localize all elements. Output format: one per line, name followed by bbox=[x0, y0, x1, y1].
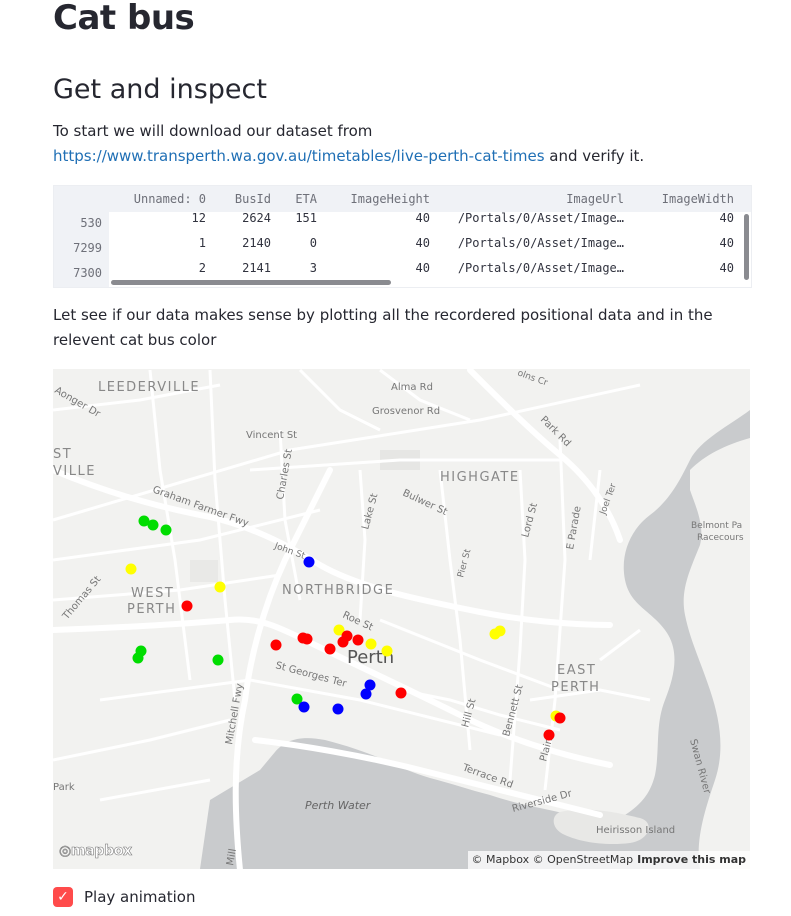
table-cell[interactable]: /Portals/0/Asset/Image… bbox=[458, 211, 624, 225]
column-header[interactable]: Unnamed: 0 bbox=[134, 192, 206, 206]
bus-point-yellow bbox=[365, 638, 377, 650]
play-animation-control[interactable]: ✓ Play animation bbox=[53, 886, 195, 908]
park-area bbox=[190, 560, 218, 582]
label-heirisson-island: Heirisson Island bbox=[596, 825, 675, 836]
label-e-parade: E Parade bbox=[565, 505, 583, 550]
page-title: Cat bus bbox=[53, 0, 195, 38]
label-pier-st: Pier St bbox=[456, 548, 473, 579]
table-cell[interactable]: 151 bbox=[295, 211, 317, 225]
bus-point-blue bbox=[360, 688, 372, 700]
mapbox-logo-text: mapbox bbox=[70, 843, 133, 860]
label-park: Park bbox=[53, 782, 75, 793]
mapbox-logo[interactable]: ◎mapbox bbox=[59, 843, 133, 860]
attribution-text[interactable]: © Mapbox © OpenStreetMap bbox=[472, 853, 634, 866]
bus-point-blue bbox=[332, 703, 344, 715]
bus-point-red bbox=[181, 600, 193, 612]
table-cell[interactable]: 40 bbox=[720, 261, 734, 275]
bus-point-green bbox=[132, 652, 144, 664]
label-grosvenor-rd: Grosvenor Rd bbox=[372, 406, 440, 417]
column-header[interactable]: BusId bbox=[235, 192, 271, 206]
column-header[interactable]: ImageWidth bbox=[662, 192, 734, 206]
label-st: ST bbox=[53, 447, 72, 462]
table-cell[interactable]: 1 bbox=[199, 236, 206, 250]
table-cell[interactable]: /Portals/0/Asset/Image… bbox=[458, 261, 624, 275]
row-index: 7300 bbox=[73, 266, 102, 280]
mapbox-logo-icon: ◎ bbox=[59, 843, 72, 860]
label-ville: VILLE bbox=[53, 464, 96, 479]
label-lincoln-cr: olns Cr bbox=[516, 369, 549, 389]
table-cell[interactable]: /Portals/0/Asset/Image… bbox=[458, 236, 624, 250]
label-west-perth-2: PERTH bbox=[127, 602, 176, 617]
label-belmont: Belmont Pa bbox=[691, 521, 742, 531]
play-animation-checkbox[interactable]: ✓ bbox=[53, 887, 73, 907]
table-cell[interactable]: 40 bbox=[416, 236, 430, 250]
label-east-perth-1: EAST bbox=[557, 663, 596, 678]
row-index: 530 bbox=[80, 216, 102, 230]
bus-position-points bbox=[125, 515, 566, 741]
table-cell[interactable]: 40 bbox=[720, 211, 734, 225]
play-animation-label: Play animation bbox=[84, 888, 196, 906]
bus-point-green bbox=[160, 524, 172, 536]
bus-point-yellow bbox=[125, 563, 137, 575]
label-east-perth-2: PERTH bbox=[551, 680, 600, 695]
dataframe-table[interactable]: Unnamed: 0 BusId ETA ImageHeight ImageUrl Ima… bbox=[53, 185, 752, 288]
bus-point-yellow bbox=[381, 645, 393, 657]
table-cell[interactable]: 2624 bbox=[242, 211, 271, 225]
vertical-scrollbar[interactable] bbox=[744, 214, 749, 280]
bus-point-red bbox=[543, 729, 555, 741]
column-header[interactable]: ImageUrl bbox=[566, 192, 624, 206]
plot-description: Let see if our data makes sense by plott… bbox=[53, 306, 713, 349]
dataset-link[interactable]: https://www.transperth.wa.gov.au/timetab… bbox=[53, 147, 545, 165]
label-highgate: HIGHGATE bbox=[440, 470, 520, 485]
bus-point-red bbox=[554, 712, 566, 724]
improve-map-link[interactable]: Improve this map bbox=[637, 853, 746, 866]
table-cell[interactable]: 3 bbox=[310, 261, 317, 275]
map-canvas[interactable]: LEEDERVILLE Alma Rd Grosvenor Rd Vincent… bbox=[53, 369, 750, 869]
table-cell[interactable]: 2 bbox=[199, 261, 206, 275]
intro-paragraph: To start we will download our dataset fr… bbox=[53, 119, 750, 169]
bus-point-green bbox=[147, 519, 159, 531]
bus-point-red bbox=[352, 634, 364, 646]
label-perth-water: Perth Water bbox=[305, 799, 372, 812]
checkmark-icon: ✓ bbox=[57, 889, 69, 905]
map-attribution: © Mapbox © OpenStreetMap Improve this map bbox=[467, 851, 750, 869]
label-vincent-st: Vincent St bbox=[246, 430, 297, 441]
intro-text-after: and verify it. bbox=[544, 147, 645, 165]
label-west-perth-1: WEST bbox=[131, 586, 174, 601]
table-cell[interactable]: 40 bbox=[416, 211, 430, 225]
table-cell[interactable]: 12 bbox=[192, 211, 206, 225]
bus-point-red bbox=[395, 687, 407, 699]
intro-text-before: To start we will download our dataset fr… bbox=[53, 122, 373, 140]
bus-point-red bbox=[324, 643, 336, 655]
column-header[interactable]: ImageHeight bbox=[351, 192, 430, 206]
horizontal-scrollbar[interactable] bbox=[111, 280, 391, 285]
label-northbridge: NORTHBRIDGE bbox=[282, 583, 394, 598]
label-charles-st: Charles St bbox=[275, 448, 295, 500]
table-cell[interactable]: 2140 bbox=[242, 236, 271, 250]
bus-point-yellow bbox=[494, 625, 506, 637]
label-leederville: LEEDERVILLE bbox=[98, 380, 200, 395]
table-cell[interactable]: 40 bbox=[720, 236, 734, 250]
bus-point-red bbox=[341, 630, 353, 642]
column-header[interactable]: ETA bbox=[295, 192, 317, 206]
row-index: 7299 bbox=[73, 241, 102, 255]
bus-point-blue bbox=[303, 556, 315, 568]
table-cell[interactable]: 40 bbox=[416, 261, 430, 275]
label-onger-dr: Aonger Dr bbox=[53, 385, 103, 420]
bus-point-yellow bbox=[214, 581, 226, 593]
bus-point-green bbox=[212, 654, 224, 666]
bus-point-blue bbox=[298, 701, 310, 713]
bus-point-red bbox=[301, 633, 313, 645]
section-heading: Get and inspect bbox=[53, 74, 267, 105]
table-cell[interactable]: 0 bbox=[310, 236, 317, 250]
label-racecourse: Racecours bbox=[697, 533, 744, 543]
bus-point-red bbox=[270, 639, 282, 651]
map-view[interactable]: LEEDERVILLE Alma Rd Grosvenor Rd Vincent… bbox=[53, 369, 750, 869]
label-roe-st: Roe St bbox=[341, 610, 375, 634]
label-bennett-st: Bennett St bbox=[501, 684, 525, 738]
label-alma-rd: Alma Rd bbox=[391, 382, 433, 393]
table-cell[interactable]: 2141 bbox=[242, 261, 271, 275]
